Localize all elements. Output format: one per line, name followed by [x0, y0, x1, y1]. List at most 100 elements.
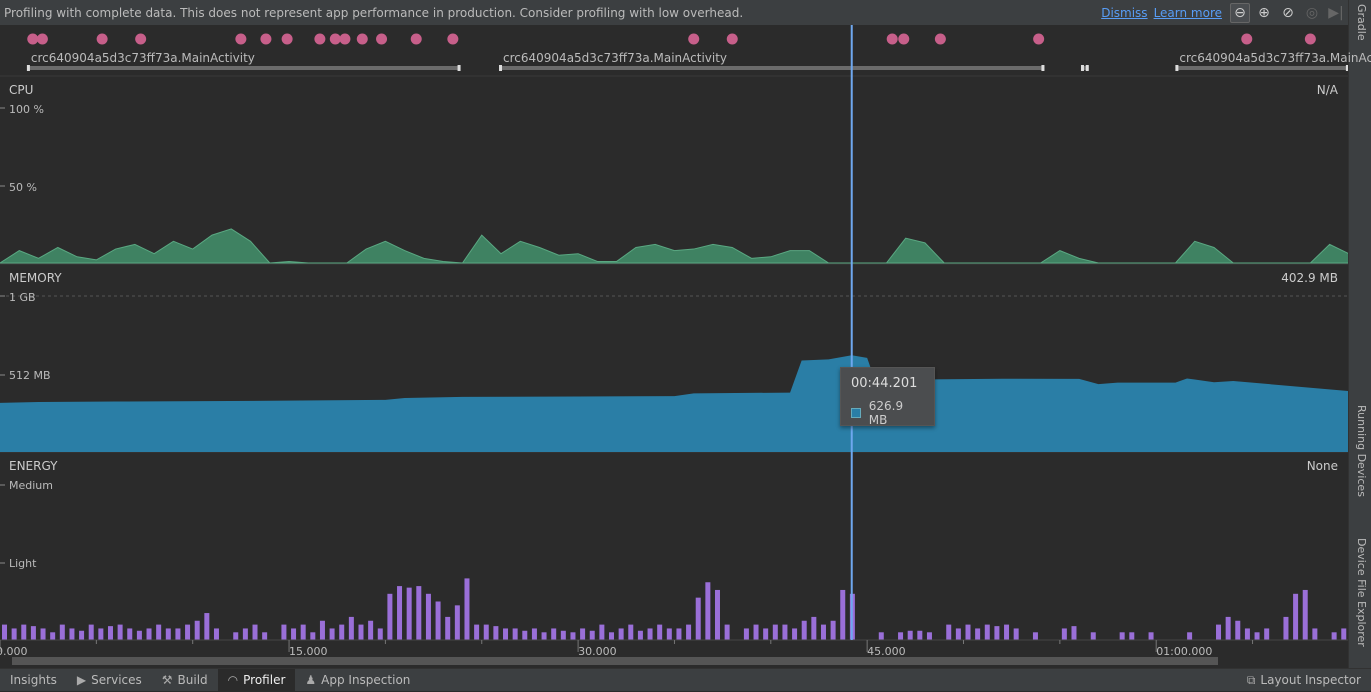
activity-bar	[1177, 66, 1348, 70]
energy-bar	[878, 632, 884, 640]
event-dot	[886, 33, 898, 45]
energy-bar	[1244, 628, 1250, 640]
event-dot	[688, 33, 700, 45]
tab-layout-inspector[interactable]: ⧉ Layout Inspector	[1237, 669, 1371, 692]
energy-bar	[975, 628, 981, 640]
activity-start-marker	[1080, 65, 1084, 71]
energy-bar	[262, 632, 268, 640]
energy-bar	[1216, 624, 1222, 640]
energy-bar	[59, 624, 65, 640]
energy-bar	[772, 624, 778, 640]
cpu-title: CPU	[9, 83, 34, 97]
energy-bar	[136, 630, 142, 640]
energy-bar	[483, 624, 489, 640]
event-dot	[1304, 33, 1316, 45]
profiler-timeline[interactable]: CPU N/A 100 % 50 % MEMORY 402.9 MB 1 GB …	[0, 25, 1371, 668]
energy-tick-medium: Medium	[9, 479, 53, 492]
learn-more-link[interactable]: Learn more	[1154, 6, 1222, 20]
activity-bar	[28, 66, 461, 70]
energy-bar	[522, 630, 528, 640]
energy-bar	[416, 586, 422, 640]
energy-bar	[628, 624, 634, 640]
energy-bar	[946, 624, 952, 640]
energy-bar	[686, 624, 692, 640]
energy-bar	[69, 628, 75, 640]
energy-bar	[1235, 620, 1241, 640]
energy-bar	[40, 628, 46, 640]
x-tick-label: 45.000	[867, 645, 906, 658]
memory-tick-512: 512 MB	[9, 369, 51, 382]
tab-profiler[interactable]: ◠ Profiler	[217, 668, 296, 692]
energy-bar	[714, 589, 720, 640]
energy-bar	[1187, 632, 1193, 640]
energy-bar	[252, 624, 258, 640]
energy-bar	[1264, 628, 1270, 640]
energy-bar	[512, 628, 518, 640]
energy-bar	[50, 632, 56, 640]
energy-bar	[830, 620, 836, 640]
tooltip-time: 00:44.201	[851, 376, 918, 391]
tooltip-value: 626.9 MB	[868, 399, 904, 427]
event-dot	[1033, 33, 1045, 45]
go-live-icon[interactable]: ▶|	[1326, 3, 1346, 23]
cpu-tick-100: 100 %	[9, 103, 44, 116]
energy-bar	[1331, 632, 1337, 640]
energy-bar	[11, 628, 17, 640]
dismiss-link[interactable]: Dismiss	[1101, 6, 1147, 20]
event-dot	[339, 33, 351, 45]
x-tick-label: 15.000	[289, 645, 328, 658]
cpu-usage-area	[0, 228, 1348, 264]
energy-bar	[165, 628, 171, 640]
energy-bar	[705, 582, 711, 640]
cpu-value: N/A	[1316, 83, 1338, 97]
energy-bar	[79, 630, 85, 640]
tab-label: Services	[91, 673, 142, 687]
x-tick-label: 01:00.000	[1156, 645, 1213, 658]
energy-bar	[580, 628, 586, 640]
reset-zoom-icon[interactable]: ⊘	[1278, 3, 1298, 23]
memory-title: MEMORY	[9, 271, 62, 285]
energy-bar	[753, 624, 759, 640]
attach-icon[interactable]: ◎	[1302, 3, 1322, 23]
gradle-tab[interactable]: Gradle	[1355, 4, 1368, 41]
running-devices-tab[interactable]: Running Devices	[1355, 405, 1368, 497]
energy-bar	[1293, 593, 1299, 640]
tab-build[interactable]: ⚒ Build	[152, 669, 218, 692]
energy-bar	[782, 624, 788, 640]
event-dot	[934, 33, 946, 45]
memory-tooltip: 00:44.201 626.9 MB	[840, 367, 935, 427]
energy-tick-light: Light	[9, 557, 37, 570]
x-tick-label: 0.000	[0, 645, 28, 658]
energy-bar	[233, 632, 239, 640]
tab-insights[interactable]: Insights	[0, 669, 67, 692]
event-dot	[281, 33, 293, 45]
inspect-icon: ♟	[305, 673, 317, 687]
memory-usage-area	[0, 355, 1348, 452]
tab-app-inspection[interactable]: ♟ App Inspection	[295, 669, 420, 692]
energy-bar	[551, 628, 557, 640]
energy-bar	[310, 632, 316, 640]
tab-services[interactable]: ▶ Services	[67, 669, 152, 692]
energy-bar	[984, 624, 990, 640]
zoom-out-icon[interactable]: ⊖	[1230, 2, 1250, 23]
zoom-in-icon[interactable]: ⊕	[1254, 3, 1274, 23]
energy-bar	[1283, 616, 1289, 640]
energy-bar	[1129, 632, 1135, 640]
energy-bar	[801, 620, 807, 640]
energy-bar	[175, 628, 181, 640]
event-dot	[36, 33, 48, 45]
event-dot	[726, 33, 738, 45]
activity-label[interactable]: crc640904a5d3c73ff73a.MainActivity	[31, 51, 255, 65]
activity-label[interactable]: crc640904a5d3c73ff73a.MainActivity	[1179, 51, 1371, 65]
activity-bar	[501, 66, 1045, 70]
energy-bar	[2, 624, 7, 640]
energy-bar	[743, 628, 749, 640]
energy-bar	[425, 593, 431, 640]
tab-label: Build	[177, 673, 208, 687]
tab-label: App Inspection	[321, 673, 411, 687]
energy-bar	[1071, 626, 1077, 640]
event-dot	[356, 33, 368, 45]
device-file-explorer-tab[interactable]: Device File Explorer	[1355, 538, 1368, 647]
energy-bar	[474, 624, 480, 640]
activity-label[interactable]: crc640904a5d3c73ff73a.MainActivity	[503, 51, 727, 65]
